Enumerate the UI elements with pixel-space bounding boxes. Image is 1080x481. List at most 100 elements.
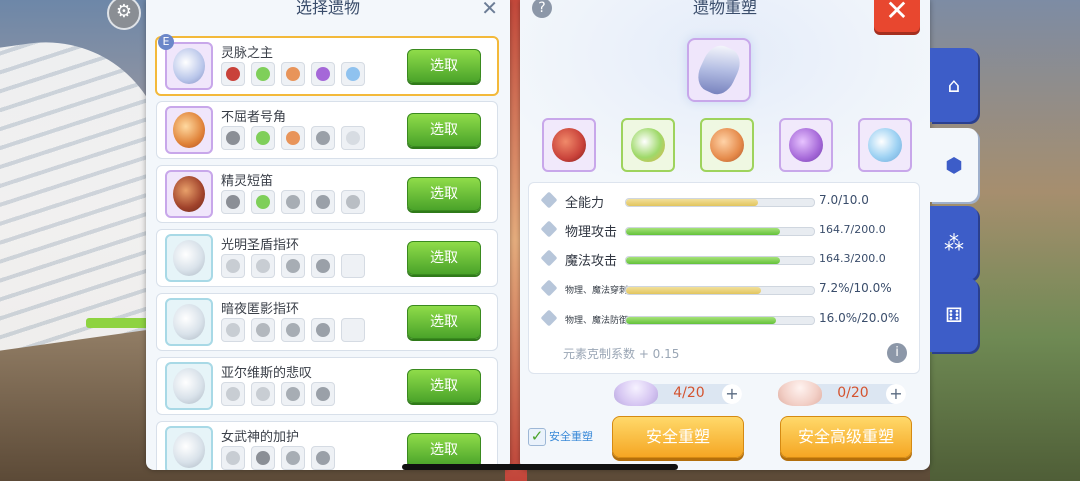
flask-icon	[221, 254, 245, 278]
safe-reshape-checkbox[interactable]: ✓ 安全重塑	[528, 428, 593, 446]
stat-label: 物理攻击	[565, 225, 618, 240]
flask-icon	[221, 318, 245, 342]
tab-shop[interactable]: ⌂	[930, 48, 978, 122]
diamond-icon	[540, 220, 558, 238]
flask-icon	[251, 382, 275, 406]
relic-list-item[interactable]: 亚尔维斯的悲叹 选取	[156, 357, 498, 415]
material-icons	[221, 190, 371, 214]
relic-name: 精灵短笛	[221, 174, 274, 189]
tab-dice[interactable]: ⚅	[930, 278, 978, 352]
select-button[interactable]: 选取	[407, 305, 481, 339]
valkyrie-relic-icon	[165, 426, 213, 470]
orange-shard-icon	[281, 126, 305, 150]
gray-ore-icon	[311, 254, 335, 278]
horn-icon	[165, 106, 213, 154]
stat-row: 全能力 7.0/10.0	[535, 189, 915, 213]
green-gem-icon	[251, 126, 275, 150]
stat-row: 物理攻击 164.7/200.0	[535, 218, 915, 242]
safe-reshape-button[interactable]: 安全重塑	[612, 416, 744, 458]
diamond-icon	[540, 191, 558, 209]
relic-list-item[interactable]: 灵脉之主 选取	[155, 36, 499, 96]
material-icons	[221, 446, 341, 470]
select-button[interactable]: 选取	[407, 241, 481, 275]
stat-value: 164.3/200.0	[819, 252, 886, 265]
gray-armor-icon	[311, 126, 335, 150]
select-button[interactable]: 选取	[407, 113, 481, 147]
stats-panel: 全能力 7.0/10.0 物理攻击 164.7/200.0 魔法攻击 164.3…	[528, 182, 920, 374]
gray-armor-icon	[311, 382, 335, 406]
safe-advanced-reshape-button[interactable]: 安全高级重塑	[780, 416, 912, 458]
material-slot-helmet[interactable]	[542, 118, 596, 172]
close-button[interactable]: ✕	[874, 0, 920, 32]
select-button[interactable]: 选取	[407, 177, 481, 211]
gray-ore-icon	[311, 318, 335, 342]
relic-name: 灵脉之主	[221, 46, 274, 61]
purple-horn-icon	[311, 62, 335, 86]
info-icon[interactable]: i	[887, 343, 907, 363]
tab-relic[interactable]: ⬢	[930, 128, 978, 202]
checkmark-icon: ✓	[528, 428, 546, 446]
settings-gear-icon[interactable]: ⚙	[107, 0, 141, 30]
stat-bar	[625, 286, 815, 295]
orange-shard-icon	[281, 62, 305, 86]
stat-value: 164.7/200.0	[819, 223, 886, 236]
relic-list-item[interactable]: 精灵短笛 选取	[156, 165, 498, 223]
panel-title: 选择遗物	[295, 0, 360, 17]
gray-helmet-icon	[221, 190, 245, 214]
gray-shard-icon	[281, 446, 305, 470]
gray-horn-icon	[311, 190, 335, 214]
material-slot-horn[interactable]	[779, 118, 833, 172]
material-slot-shard[interactable]	[700, 118, 754, 172]
gray-shard-icon	[281, 318, 305, 342]
relic-list-item[interactable]: 暗夜匿影指环 选取	[156, 293, 498, 351]
stat-row: 魔法攻击 164.3/200.0	[535, 247, 915, 271]
material-icons	[221, 382, 341, 406]
relic-select-panel: 选择遗物 ✕ 灵脉之主 选取 E 不屈者号角 选取 精灵短笛 选取 光明圣盾指环	[146, 0, 510, 470]
relic-list-item[interactable]: 女武神的加护 选取	[156, 421, 498, 470]
select-button[interactable]: 选取	[407, 369, 481, 403]
selected-relic-staff-icon	[687, 38, 751, 102]
add-material-button[interactable]: +	[722, 384, 742, 404]
material-slot-gem[interactable]	[621, 118, 675, 172]
stat-row: 物理、魔法穿刺 7.2%/10.0%	[535, 277, 915, 301]
empty-slot	[341, 318, 365, 342]
stat-bar	[625, 316, 815, 325]
close-icon[interactable]: ✕	[481, 0, 498, 18]
flask-icon	[221, 382, 245, 406]
stat-label: 魔法攻击	[565, 254, 618, 269]
stat-bar	[625, 256, 815, 265]
select-button[interactable]: 选取	[407, 433, 481, 467]
relic-list-item[interactable]: 不屈者号角 选取	[156, 101, 498, 159]
panel-title: 遗物重塑	[692, 0, 757, 17]
shop-icon: ⌂	[947, 73, 961, 97]
flute-icon	[165, 170, 213, 218]
tab-nodes[interactable]: ⁂	[930, 206, 978, 280]
green-gem-icon	[251, 190, 275, 214]
relic-list-item[interactable]: 光明圣盾指环 选取	[156, 229, 498, 287]
gray-armor-icon	[311, 446, 335, 470]
nodes-icon: ⁂	[944, 231, 964, 255]
stat-bar	[625, 198, 815, 207]
helmet-icon	[221, 62, 245, 86]
flask-icon	[221, 446, 245, 470]
add-material-button[interactable]: +	[886, 384, 906, 404]
checkbox-label: 安全重塑	[549, 430, 593, 443]
ring-icon	[165, 234, 213, 282]
diamond-icon	[540, 279, 558, 297]
stat-label: 全能力	[565, 196, 605, 211]
stat-label: 物理、魔法穿刺	[565, 286, 629, 296]
material-icons	[221, 62, 371, 86]
pink-powder-icon	[778, 380, 822, 406]
gray-shard-icon	[281, 254, 305, 278]
cost-count: 4/20	[673, 385, 705, 401]
stat-label: 物理、魔法防御	[565, 316, 629, 326]
gray-shard-icon	[281, 382, 305, 406]
rank-badge: E	[158, 34, 174, 50]
material-slot-crystal[interactable]	[858, 118, 912, 172]
stat-bar	[625, 227, 815, 236]
relic-name: 女武神的加护	[221, 430, 300, 445]
stat-value: 7.2%/10.0%	[819, 281, 892, 295]
relic-reshape-panel: ? 遗物重塑 ✕ 全能力 7.0/10.0 物理攻击 164.7/200.0 魔…	[520, 0, 930, 470]
select-button[interactable]: 选取	[407, 49, 481, 83]
gray-helmet-icon	[251, 446, 275, 470]
